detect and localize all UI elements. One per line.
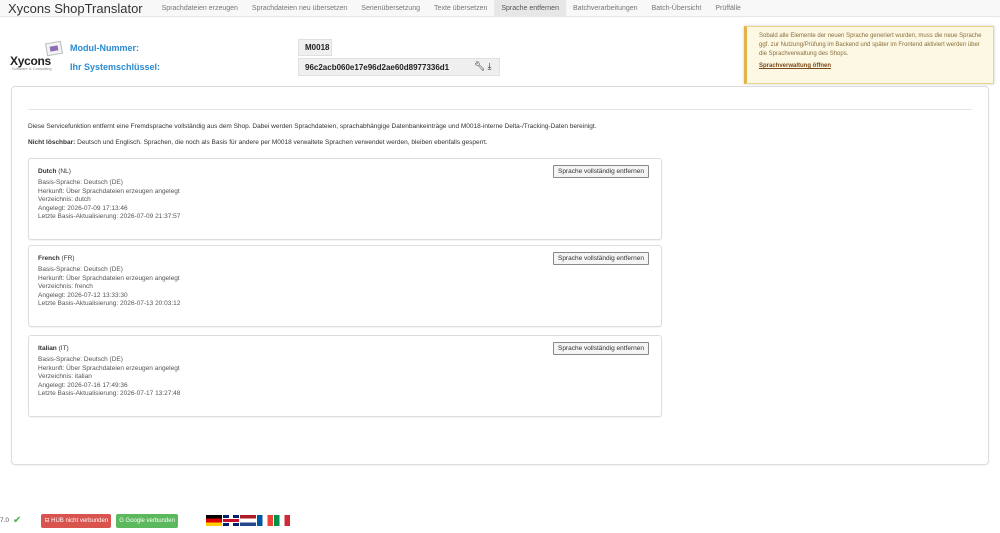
logo-subtext: Software & Consulting — [12, 66, 52, 71]
xycons-logo: Xycons Software & Consulting — [10, 40, 66, 72]
language-created: Angelegt: 2026-07-16 17:49:36 — [38, 381, 128, 389]
module-number-text: M0018 — [305, 43, 330, 52]
language-title: Dutch (NL) — [38, 168, 71, 175]
language-code: (FR) — [61, 255, 75, 262]
flag-fr-icon[interactable] — [256, 515, 273, 526]
nav-texte-uebersetzen[interactable]: Texte übersetzen — [427, 0, 494, 17]
app-brand[interactable]: Xycons ShopTranslator — [0, 1, 155, 16]
version-number: 7.0 — [0, 517, 10, 524]
language-origin: Herkunft: Über Sprachdateien erzeugen an… — [38, 364, 180, 372]
top-navbar: Xycons ShopTranslator Sprachdateien erze… — [0, 0, 1000, 17]
module-number-label: Modul-Nummer: — [70, 43, 139, 53]
nav-sprachdateien-erzeugen[interactable]: Sprachdateien erzeugen — [155, 0, 245, 17]
protected-languages-note: Nicht löschbar: Deutsch und Englisch. Sp… — [28, 139, 488, 146]
flag-de-icon[interactable] — [205, 515, 222, 526]
protected-text: Deutsch und Englisch. Sprachen, die noch… — [75, 139, 488, 146]
nav-batchverarbeitungen[interactable]: Batchverarbeitungen — [566, 0, 645, 17]
language-directory: Verzeichnis: italian — [38, 373, 92, 381]
language-origin: Herkunft: Über Sprachdateien erzeugen an… — [38, 187, 180, 195]
notice-text: Sobald alle Elemente der neuen Sprache g… — [759, 33, 982, 57]
language-name: Italian — [38, 345, 57, 352]
nav-batch-uebersicht[interactable]: Batch-Übersicht — [645, 0, 709, 17]
nav-sprachdateien-neu-uebersetzen[interactable]: Sprachdateien neu übersetzen — [245, 0, 354, 17]
language-admin-link[interactable]: Sprachverwaltung öffnen — [759, 62, 985, 71]
language-code: (NL) — [58, 168, 71, 175]
language-card-dutch: Dutch (NL) Basis-Sprache: Deutsch (DE) H… — [28, 158, 662, 240]
flag-gb-icon[interactable] — [222, 515, 239, 526]
language-origin: Herkunft: Über Sprachdateien erzeugen an… — [38, 274, 180, 282]
system-key-value: 96c2acb060e17e96d2ae60d8977336d1 — [298, 58, 500, 76]
language-details: Basis-Sprache: Deutsch (DE) Herkunft: Üb… — [38, 179, 180, 222]
language-activation-notice: Sobald alle Elemente der neuen Sprache g… — [744, 26, 994, 84]
intro-text: Diese Servicefunktion entfernt eine Frem… — [28, 123, 597, 130]
language-card-italian: Italian (IT) Basis-Sprache: Deutsch (DE)… — [28, 335, 662, 417]
language-updated: Letzte Basis-Aktualisierung: 2026-07-09 … — [38, 213, 181, 221]
remove-language-button[interactable]: Sprache vollständig entfernen — [552, 342, 649, 355]
language-created: Angelegt: 2026-07-12 13:33:30 — [38, 291, 128, 299]
remove-language-button[interactable]: Sprache vollständig entfernen — [552, 252, 649, 265]
language-directory: Verzeichnis: french — [38, 283, 93, 291]
language-name: Dutch — [38, 168, 57, 175]
status-footer: 7.0 ✔ ⊟ HUB nicht verbunden G Google ver… — [0, 508, 1000, 533]
language-details: Basis-Sprache: Deutsch (DE) Herkunft: Üb… — [38, 356, 180, 399]
hub-status-badge[interactable]: ⊟ HUB nicht verbunden — [41, 513, 112, 528]
flag-it-icon[interactable] — [273, 515, 290, 526]
nav-serienuebersetzung[interactable]: Serienübersetzung — [354, 0, 427, 17]
download-icon[interactable]: ⤓ — [487, 62, 491, 71]
google-status-text: Google verbunden — [125, 517, 175, 524]
panel-divider — [28, 109, 972, 110]
nav-prueffaelle[interactable]: Prüffälle — [708, 0, 748, 17]
remove-language-button[interactable]: Sprache vollständig entfernen — [552, 165, 649, 178]
protected-label: Nicht löschbar: — [28, 139, 76, 146]
language-basis: Basis-Sprache: Deutsch (DE) — [38, 266, 123, 273]
language-code: (IT) — [58, 345, 69, 352]
check-icon: ✔ — [13, 515, 22, 526]
google-status-badge[interactable]: G Google verbunden — [116, 513, 178, 528]
language-title: Italian (IT) — [38, 345, 69, 352]
nav-sprache-entfernen[interactable]: Sprache entfernen — [494, 0, 566, 17]
flag-nl-icon[interactable] — [239, 515, 256, 526]
language-name: French — [38, 255, 60, 262]
remove-language-panel: Diese Servicefunktion entfernt eine Frem… — [11, 86, 989, 465]
language-directory: Verzeichnis: dutch — [38, 196, 91, 204]
language-basis: Basis-Sprache: Deutsch (DE) — [38, 179, 123, 186]
system-key-text: 96c2acb060e17e96d2ae60d8977336d1 — [305, 62, 450, 72]
module-number-value: M0018 — [298, 39, 332, 56]
language-basis: Basis-Sprache: Deutsch (DE) — [38, 356, 123, 363]
language-updated: Letzte Basis-Aktualisierung: 2026-07-17 … — [38, 390, 181, 398]
hub-status-text: HUB nicht verbunden — [51, 517, 109, 524]
language-details: Basis-Sprache: Deutsch (DE) Herkunft: Üb… — [38, 266, 180, 309]
system-key-label: Ihr Systemschlüssel: — [70, 62, 161, 72]
language-created: Angelegt: 2026-07-09 17:13:46 — [38, 204, 128, 212]
language-updated: Letzte Basis-Aktualisierung: 2026-07-13 … — [38, 300, 181, 308]
system-key-tools: 🔧︎ ⤓ — [474, 62, 491, 71]
language-card-french: French (FR) Basis-Sprache: Deutsch (DE) … — [28, 245, 662, 327]
language-flags — [205, 515, 290, 526]
wrench-icon[interactable]: 🔧︎ — [474, 62, 485, 71]
language-title: French (FR) — [38, 255, 74, 262]
